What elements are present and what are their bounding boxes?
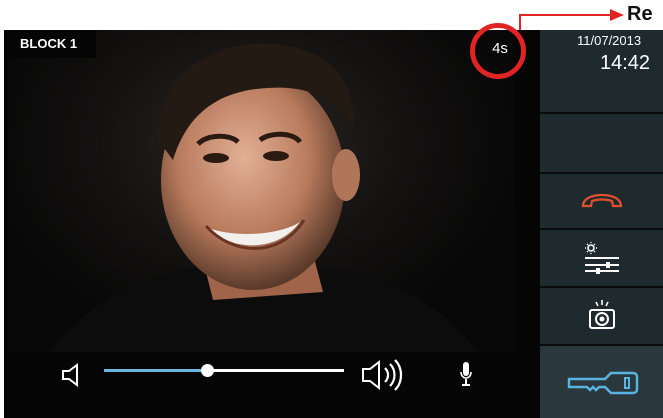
phone-hangup-icon bbox=[581, 193, 622, 208]
snapshot-button[interactable] bbox=[540, 288, 663, 344]
sliders-icon bbox=[584, 242, 619, 274]
key-icon bbox=[567, 371, 638, 395]
settings-button[interactable] bbox=[540, 230, 663, 286]
annotation-highlight-circle bbox=[470, 23, 526, 79]
camera-icon bbox=[588, 300, 615, 329]
annotation-arrow-line bbox=[520, 14, 612, 16]
panel-divider bbox=[540, 112, 663, 114]
speaker-high-icon[interactable] bbox=[360, 358, 406, 392]
status-date: 11/07/2013 bbox=[577, 33, 642, 48]
volume-slider-fill bbox=[104, 369, 208, 372]
hang-up-button[interactable] bbox=[540, 174, 663, 228]
volume-slider[interactable] bbox=[104, 364, 344, 377]
status-time: 14:42 bbox=[600, 52, 651, 74]
annotation-label: Re bbox=[627, 3, 653, 25]
door-unlock-button[interactable] bbox=[540, 346, 663, 418]
camera-video-feed bbox=[8, 30, 514, 352]
annotation-arrowhead bbox=[610, 9, 624, 21]
microphone-icon[interactable] bbox=[458, 360, 474, 388]
speaker-low-icon[interactable] bbox=[60, 362, 88, 388]
visitor-face-image bbox=[48, 43, 478, 352]
block-label: BLOCK 1 bbox=[8, 30, 96, 58]
